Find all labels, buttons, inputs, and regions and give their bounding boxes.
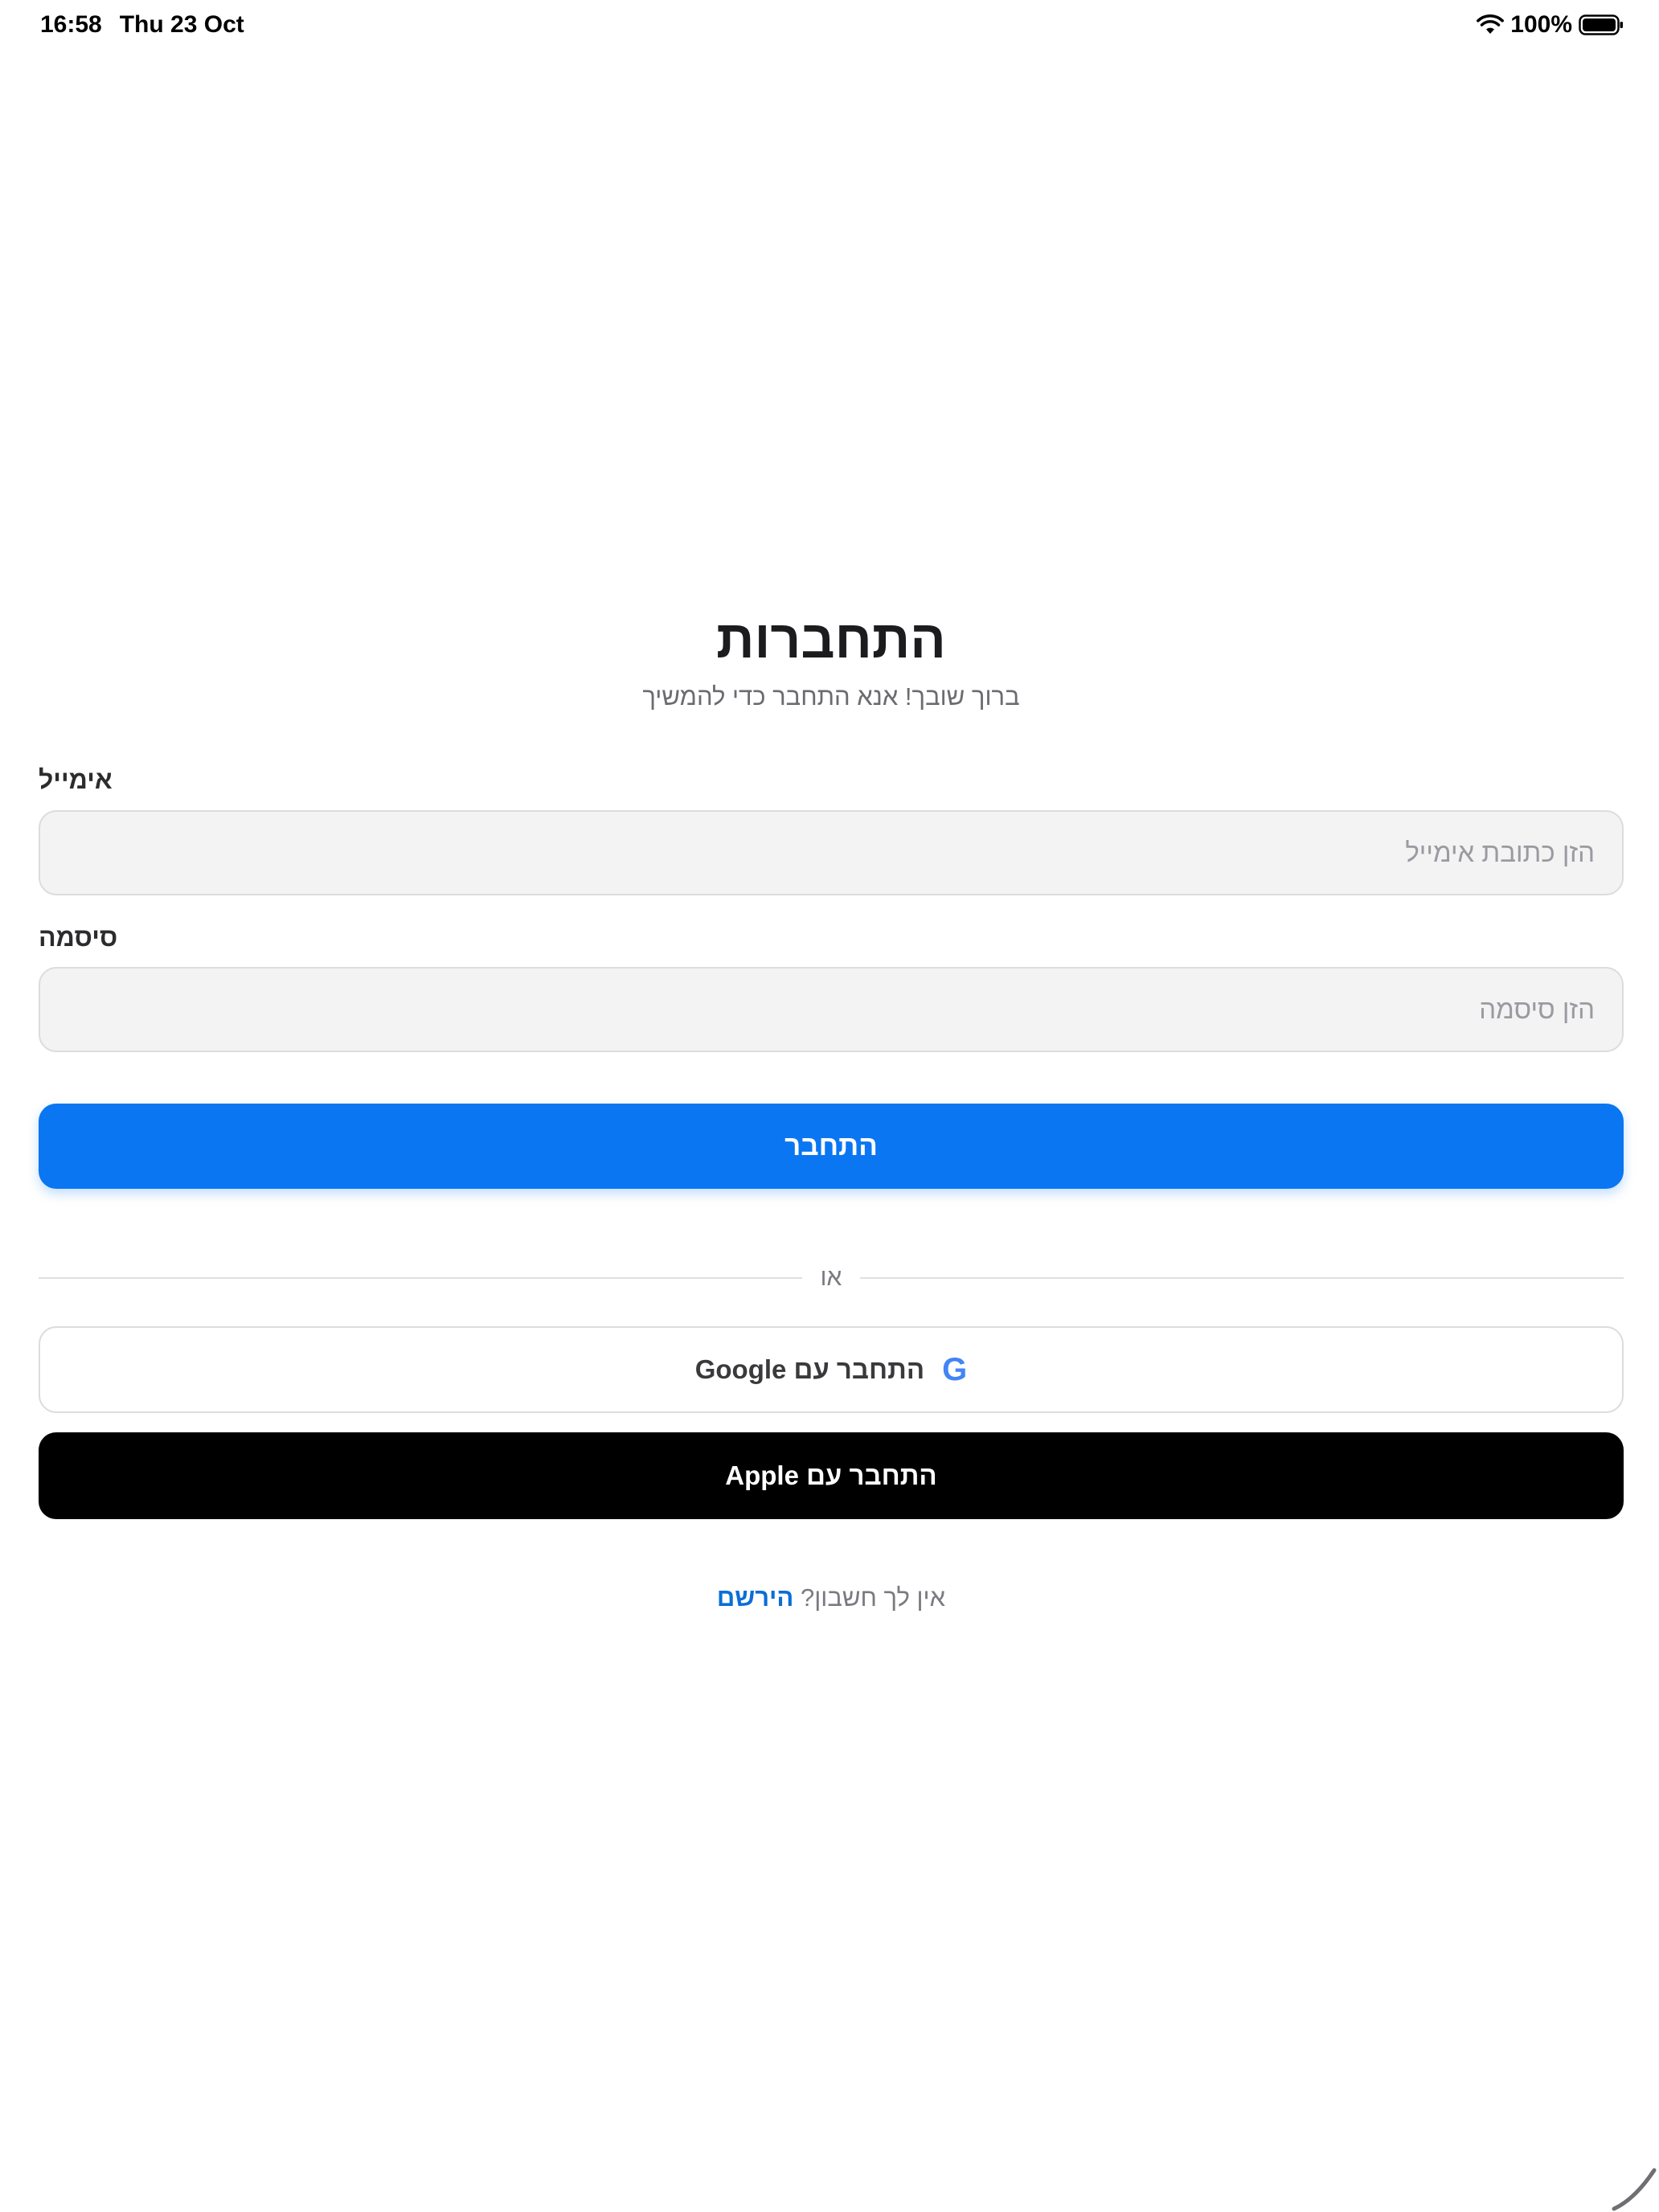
password-label: סיסמה: [39, 923, 118, 952]
signup-link[interactable]: הירשם: [717, 1583, 793, 1612]
status-time-date: 16:58 Thu 23 Oct: [40, 11, 244, 39]
apple-signin-button[interactable]: התחבר עם Apple: [39, 1432, 1624, 1519]
google-signin-label: התחבר עם Google: [694, 1354, 925, 1384]
page-title: התחברות: [716, 609, 946, 669]
battery-percentage: 100%: [1510, 11, 1572, 38]
status-date: Thu 23 Oct: [119, 11, 244, 38]
signup-prompt: אין לך חשבון?: [800, 1583, 946, 1612]
or-divider: או: [39, 1262, 1624, 1294]
status-time: 16:58: [40, 11, 102, 38]
google-signin-button[interactable]: התחבר עם Google G: [39, 1326, 1624, 1413]
page-subtitle: ברוך שובך! אנא התחבר כדי להמשיך: [642, 682, 1020, 711]
wifi-icon: [1477, 14, 1505, 34]
signup-row: אין לך חשבון? הירשם: [39, 1582, 1624, 1614]
status-indicators: 100%: [1477, 11, 1624, 39]
email-label: אימייל: [39, 765, 113, 794]
password-field[interactable]: [39, 967, 1624, 1052]
divider-text: או: [820, 1264, 842, 1291]
login-button[interactable]: התחבר: [39, 1104, 1624, 1189]
corner-handle-icon[interactable]: [1611, 2164, 1659, 2212]
battery-icon: [1579, 14, 1623, 35]
google-icon: G: [942, 1352, 968, 1387]
divider-line-left: [39, 1277, 802, 1279]
divider-line-right: [860, 1277, 1624, 1279]
email-field[interactable]: [39, 810, 1624, 895]
status-bar: 16:58 Thu 23 Oct 100%: [0, 0, 1659, 51]
